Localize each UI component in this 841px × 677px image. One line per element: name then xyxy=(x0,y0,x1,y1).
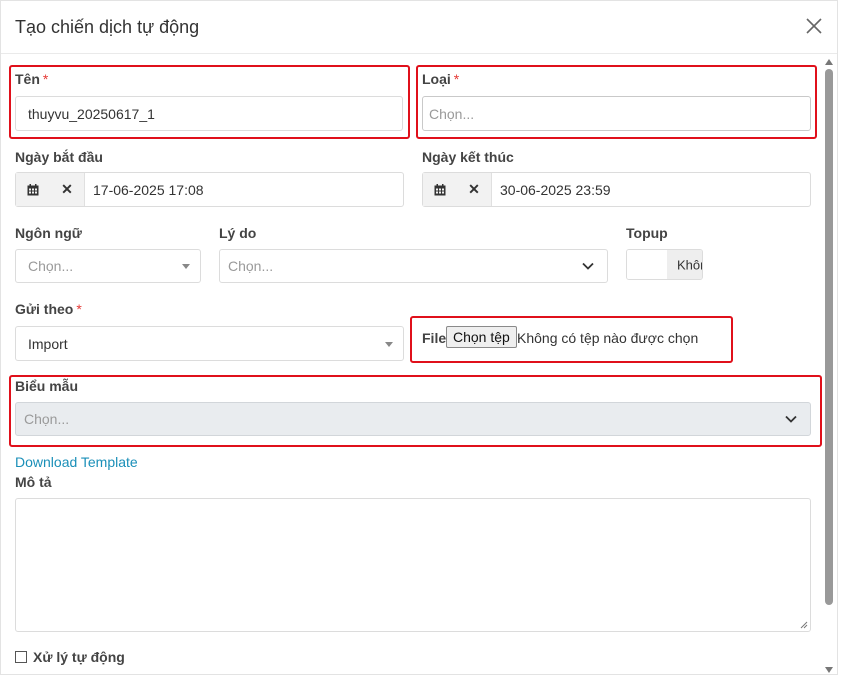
scrollbar-thumb[interactable] xyxy=(825,69,833,605)
type-placeholder: Chọn... xyxy=(429,105,475,122)
start-date-input[interactable]: ✕ 17-06-2025 17:08 xyxy=(15,172,404,207)
reason-label: Lý do xyxy=(219,225,257,241)
start-date-label: Ngày bắt đầu xyxy=(15,149,103,165)
end-date-input[interactable]: ✕ 30-06-2025 23:59 xyxy=(422,172,811,207)
modal-title: Tạo chiến dịch tự động xyxy=(15,17,200,37)
close-button[interactable] xyxy=(803,15,825,37)
create-campaign-modal: Tạo chiến dịch tự động Tên * thuyvu_20250… xyxy=(0,0,838,675)
name-input[interactable]: thuyvu_20250617_1 xyxy=(15,96,403,131)
close-icon xyxy=(806,18,822,34)
topup-toggle[interactable]: Khôn xyxy=(626,249,703,280)
caret-down-icon xyxy=(385,341,393,347)
calendar-icon xyxy=(434,183,446,195)
start-clear-button[interactable]: ✕ xyxy=(50,173,85,206)
template-label: Biểu mẫu xyxy=(15,378,79,394)
scroll-down-arrow-icon[interactable] xyxy=(825,667,833,673)
clear-x-icon: ✕ xyxy=(61,181,73,197)
send-by-value: Import xyxy=(28,335,68,352)
topup-toggle-handle xyxy=(627,250,668,279)
send-by-label: Gửi theo * xyxy=(15,301,82,317)
start-calendar-button[interactable] xyxy=(16,173,51,206)
file-label: File xyxy=(422,330,447,346)
name-value: thuyvu_20250617_1 xyxy=(28,105,155,122)
auto-process-label: Xử lý tự động xyxy=(33,649,125,665)
auto-process-row: Xử lý tự động xyxy=(15,649,125,665)
end-date-value: 30-06-2025 23:59 xyxy=(500,181,611,198)
download-template-link[interactable]: Download Template xyxy=(15,454,138,470)
language-label: Ngôn ngữ xyxy=(15,225,82,241)
chevron-down-icon xyxy=(785,415,797,423)
language-select[interactable]: Chọn... xyxy=(15,249,201,283)
type-label: Loại * xyxy=(422,71,460,87)
description-textarea[interactable] xyxy=(15,498,811,632)
language-placeholder: Chọn... xyxy=(28,258,74,274)
resize-handle-icon[interactable] xyxy=(800,621,808,629)
template-placeholder: Chọn... xyxy=(24,411,70,427)
modal-scrollbar[interactable] xyxy=(824,59,834,673)
caret-down-icon xyxy=(182,264,190,269)
send-by-select[interactable]: Import xyxy=(15,326,404,361)
end-date-label: Ngày kết thúc xyxy=(422,149,514,165)
scroll-up-arrow-icon[interactable] xyxy=(825,59,833,65)
file-status: Không có tệp nào được chọn xyxy=(517,330,699,346)
start-date-value: 17-06-2025 17:08 xyxy=(93,181,204,198)
end-calendar-button[interactable] xyxy=(423,173,458,206)
template-select[interactable]: Chọn... xyxy=(15,402,811,436)
type-select[interactable]: Chọn... xyxy=(422,96,811,131)
calendar-icon xyxy=(27,183,39,195)
clear-x-icon: ✕ xyxy=(468,181,480,197)
reason-select[interactable]: Chọn... xyxy=(219,249,608,283)
modal-header: Tạo chiến dịch tự động xyxy=(1,1,837,54)
choose-file-button[interactable]: Chọn tệp xyxy=(446,326,517,348)
description-label: Mô tả xyxy=(15,474,52,490)
topup-label: Topup xyxy=(626,225,668,241)
topup-value: Khôn xyxy=(677,257,702,272)
reason-placeholder: Chọn... xyxy=(228,258,274,274)
chevron-down-icon xyxy=(582,262,594,270)
name-label: Tên * xyxy=(15,71,49,87)
auto-process-checkbox[interactable] xyxy=(15,651,27,663)
end-clear-button[interactable]: ✕ xyxy=(457,173,492,206)
